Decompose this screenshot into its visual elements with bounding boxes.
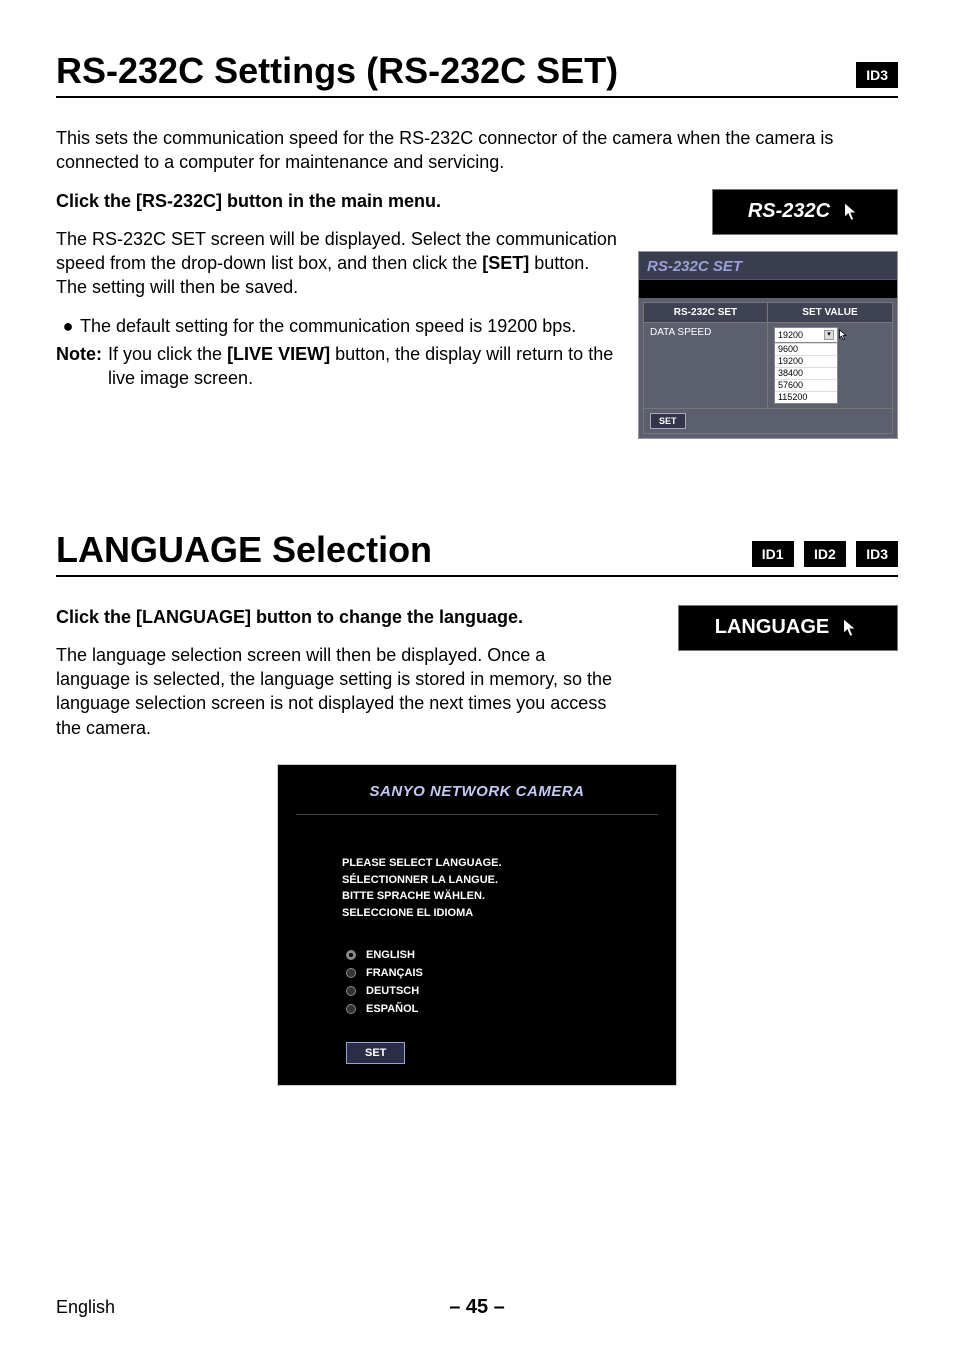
lang-instr-line: SELECCIONE EL IDIOMA: [342, 905, 658, 922]
lang-step-body: The language selection screen will then …: [56, 643, 620, 740]
dropdown-selected: 19200: [778, 330, 803, 340]
lang-step-title: Click the [LANGUAGE] button to change th…: [56, 605, 620, 629]
lang-option-francais[interactable]: FRANÇAIS: [346, 967, 658, 979]
page-number: – 45 –: [449, 1296, 505, 1319]
lang-option-espanol[interactable]: ESPAÑOL: [346, 1003, 658, 1015]
note-body: If you click the [LIVE VIEW] button, the…: [108, 342, 620, 391]
radio-icon: [346, 1004, 356, 1014]
lang-option-label: ESPAÑOL: [366, 1003, 418, 1015]
lang-set-button[interactable]: SET: [346, 1042, 405, 1064]
bullet-item: ● The default setting for the communicat…: [56, 314, 620, 338]
lang-panel-title: SANYO NETWORK CAMERA: [296, 779, 658, 815]
step-body: The RS-232C SET screen will be displayed…: [56, 227, 620, 300]
cursor-icon: [840, 200, 862, 224]
footer-language: English: [56, 1297, 115, 1318]
rs232c-menu-button[interactable]: RS-232C: [712, 189, 898, 235]
dropdown-option[interactable]: 57600: [775, 379, 837, 391]
language-selection-panel: SANYO NETWORK CAMERA PLEASE SELECT LANGU…: [277, 764, 677, 1086]
section-title: LANGUAGE Selection: [56, 529, 432, 571]
section-header-language: LANGUAGE Selection ID1 ID2 ID3: [56, 529, 898, 577]
radio-icon: [346, 986, 356, 996]
cursor-mini-icon: [837, 329, 849, 341]
dropdown-option[interactable]: 19200: [775, 355, 837, 367]
set-button[interactable]: SET: [650, 413, 686, 429]
rs232c-table: RS-232C SET SET VALUE DATA SPEED 19200 ▾: [643, 302, 893, 434]
col-header-1: RS-232C SET: [644, 302, 768, 322]
badge-id3: ID3: [856, 541, 898, 567]
lang-option-label: DEUTSCH: [366, 985, 419, 997]
id-badges: ID1 ID2 ID3: [746, 541, 898, 567]
radio-icon: [346, 950, 356, 960]
step-title: Click the [RS-232C] button in the main m…: [56, 189, 620, 213]
rs232c-set-panel: RS-232C SET RS-232C SET SET VALUE DATA S…: [638, 251, 898, 439]
lang-option-english[interactable]: ENGLISH: [346, 949, 658, 961]
bullet-dot-icon: ●: [56, 314, 80, 338]
chevron-down-icon: ▾: [824, 330, 834, 340]
badge-id1: ID1: [752, 541, 794, 567]
row-label: DATA SPEED: [644, 322, 768, 408]
lang-instr-line: BITTE SPRACHE WÄHLEN.: [342, 888, 658, 905]
dropdown-option[interactable]: 115200: [775, 391, 837, 403]
step-body-set: [SET]: [482, 253, 529, 273]
rs232c-panel-title: RS-232C SET: [639, 252, 897, 280]
cursor-icon: [839, 616, 861, 640]
note-label: Note:: [56, 342, 102, 391]
lang-instructions: PLEASE SELECT LANGUAGE. SÉLECTIONNER LA …: [342, 855, 658, 921]
id-badges: ID3: [850, 62, 898, 88]
lang-option-label: ENGLISH: [366, 949, 415, 961]
badge-id3: ID3: [856, 62, 898, 88]
lang-option-deutsch[interactable]: DEUTSCH: [346, 985, 658, 997]
lang-instr-line: PLEASE SELECT LANGUAGE.: [342, 855, 658, 872]
page-footer: English – 45 –: [56, 1297, 898, 1318]
rs232c-menu-button-label: RS-232C: [748, 200, 830, 223]
intro-text: This sets the communication speed for th…: [56, 126, 898, 175]
note-row: Note: If you click the [LIVE VIEW] butto…: [56, 342, 620, 391]
lang-instr-line: SÉLECTIONNER LA LANGUE.: [342, 872, 658, 889]
bullet-text: The default setting for the communicatio…: [80, 314, 576, 338]
radio-icon: [346, 968, 356, 978]
lang-option-label: FRANÇAIS: [366, 967, 423, 979]
badge-id2: ID2: [804, 541, 846, 567]
language-menu-button-label: LANGUAGE: [715, 616, 829, 639]
dropdown-option[interactable]: 9600: [775, 343, 837, 355]
section-title: RS-232C Settings (RS-232C SET): [56, 50, 618, 92]
language-menu-button[interactable]: LANGUAGE: [678, 605, 898, 651]
dropdown-option[interactable]: 38400: [775, 367, 837, 379]
section-header-rs232c: RS-232C Settings (RS-232C SET) ID3: [56, 50, 898, 98]
col-header-2: SET VALUE: [767, 302, 892, 322]
data-speed-dropdown[interactable]: 19200 ▾ 9600 19200 38400 57600 115200: [774, 327, 838, 404]
